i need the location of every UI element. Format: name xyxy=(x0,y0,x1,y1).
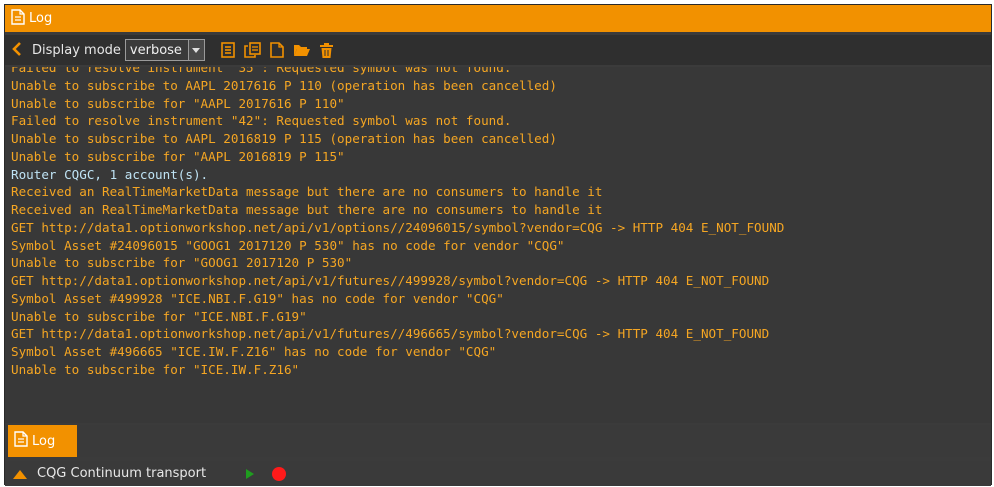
tab-log[interactable]: Log xyxy=(8,425,77,457)
log-line: Unable to subscribe to AAPL 2017616 P 11… xyxy=(11,77,557,93)
log-line: Router CQGC, 1 account(s). xyxy=(11,166,209,182)
chevron-down-icon[interactable] xyxy=(187,40,204,60)
window-title: Log xyxy=(29,11,53,26)
log-line: Unable to subscribe for "AAPL 2016819 P … xyxy=(11,148,345,164)
display-mode-value: verbose xyxy=(129,42,182,58)
log-window: Log Display mode verbose Failed to resol… xyxy=(4,4,992,486)
record-icon[interactable] xyxy=(272,466,287,481)
log-line: Symbol Asset #499928 "ICE.NBI.F.G19" has… xyxy=(11,290,504,306)
log-line: Unable to subscribe for "AAPL 2017616 P … xyxy=(11,95,345,111)
chevron-left-icon[interactable] xyxy=(12,41,22,60)
toolbar: Display mode verbose xyxy=(5,35,991,65)
tab-log-label: Log xyxy=(32,433,56,449)
log-output[interactable]: Failed to resolve instrument "35": Reque… xyxy=(5,67,991,423)
display-mode-label: Display mode xyxy=(32,42,121,58)
log-line: Failed to resolve instrument "42": Reque… xyxy=(11,113,512,129)
log-lines: Failed to resolve instrument "35": Reque… xyxy=(11,67,784,379)
list-icon[interactable] xyxy=(221,42,235,58)
display-mode-select[interactable]: verbose xyxy=(124,39,205,61)
log-line: Received an RealTimeMarketData message b… xyxy=(11,184,603,200)
log-line: Unable to subscribe for "ICE.NBI.F.G19" xyxy=(11,308,307,324)
trash-icon[interactable] xyxy=(319,42,333,58)
triangle-up-icon[interactable] xyxy=(13,464,27,483)
log-line: GET http://data1.optionworkshop.net/api/… xyxy=(11,273,770,288)
log-line: Failed to resolve instrument "35": Reque… xyxy=(11,67,512,75)
title-bar[interactable]: Log xyxy=(5,5,991,32)
log-line: GET http://data1.optionworkshop.net/api/… xyxy=(11,219,785,235)
log-line: Received an RealTimeMarketData message b… xyxy=(11,202,603,217)
new-document-icon[interactable] xyxy=(270,42,284,58)
document-icon xyxy=(11,8,25,29)
log-line: GET http://data1.optionworkshop.net/api/… xyxy=(11,326,770,342)
tab-bar: Log xyxy=(5,425,991,457)
document-icon xyxy=(14,431,28,451)
log-line: Unable to subscribe for "ICE.IW.F.Z16" xyxy=(11,361,300,377)
log-line: Symbol Asset #496665 "ICE.IW.F.Z16" has … xyxy=(11,344,497,359)
open-folder-icon[interactable] xyxy=(293,43,311,57)
log-line: Unable to subscribe for "GOOG1 2017120 P… xyxy=(11,255,353,271)
log-line: Unable to subscribe to AAPL 2016819 P 11… xyxy=(11,131,557,146)
transport-label: CQG Continuum transport xyxy=(37,466,207,481)
copy-icon[interactable] xyxy=(244,42,261,58)
log-line: Symbol Asset #24096015 "GOOG1 2017120 P … xyxy=(11,237,565,253)
play-icon[interactable] xyxy=(246,464,255,483)
status-bar: CQG Continuum transport xyxy=(5,461,991,486)
